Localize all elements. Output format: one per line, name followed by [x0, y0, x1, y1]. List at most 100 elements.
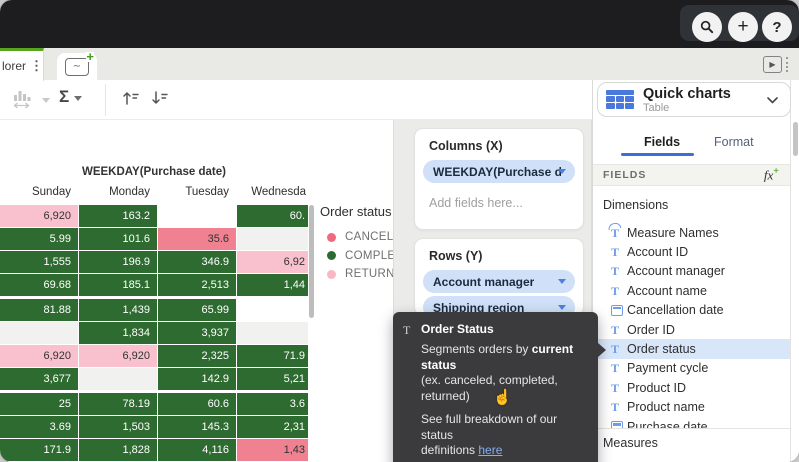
kebab-menu-icon[interactable]: ⋮	[30, 58, 43, 74]
measures-label: Measures	[603, 436, 658, 450]
text-type-icon: T	[611, 401, 627, 413]
heatmap-cell[interactable]: 3,677	[0, 368, 78, 390]
heatmap-cell[interactable]	[237, 322, 308, 344]
heatmap-cell[interactable]	[158, 205, 236, 227]
heatmap-cell[interactable]: 6,920	[0, 345, 78, 367]
heatmap-cell[interactable]: 1,834	[79, 322, 157, 344]
field-label: Account manager	[627, 264, 725, 278]
text-type-icon: T	[611, 324, 627, 336]
heatmap-cell[interactable]: 2,325	[158, 345, 236, 367]
toolbar-divider	[105, 84, 106, 116]
tab-format[interactable]: Format	[714, 135, 754, 149]
heatmap-cell[interactable]: 1,555	[0, 251, 78, 273]
field-label: Purchase date	[627, 420, 708, 428]
heatmap-cell[interactable]: 6,92	[237, 251, 308, 273]
column-header[interactable]: Monday	[79, 186, 157, 198]
heatmap-cell[interactable]: 1,44	[237, 274, 308, 296]
heatmap-cell[interactable]: 6,920	[0, 205, 78, 227]
columns-pill-weekday[interactable]: WEEKDAY(Purchase date)	[423, 160, 575, 183]
panel-scrollbar-thumb[interactable]	[793, 122, 798, 156]
heatmap-cell[interactable]: 163.2	[79, 205, 157, 227]
heatmap-cell[interactable]: 1,828	[79, 439, 157, 461]
field-item-payment-cycle[interactable]: TPayment cycle	[593, 359, 791, 378]
column-header[interactable]: Sunday	[0, 186, 78, 198]
field-item-order-status[interactable]: TOrder status	[593, 339, 791, 358]
heatmap-cell[interactable]: 25	[0, 393, 78, 415]
chart-config-button[interactable]	[13, 88, 50, 109]
expand-panel-icon[interactable]: ▶	[763, 56, 782, 73]
heatmap-cell[interactable]: 3,937	[158, 322, 236, 344]
heatmap-cell[interactable]: 101.6	[79, 228, 157, 250]
table-row: 3.691,503145.32,31	[0, 416, 308, 438]
date-type-icon	[611, 421, 627, 428]
heatmap-cell[interactable]: 69.68	[0, 274, 78, 296]
heatmap-cell[interactable]: 171.9	[0, 439, 78, 461]
heatmap-cell[interactable]: 2,513	[158, 274, 236, 296]
search-button[interactable]	[692, 12, 722, 42]
field-item-account-manager[interactable]: TAccount manager	[593, 262, 791, 281]
heatmap-cell[interactable]: 2,31	[237, 416, 308, 438]
heatmap-cell[interactable]: 6,920	[79, 345, 157, 367]
heatmap-cell[interactable]: 5,21	[237, 368, 308, 390]
field-item-order-id[interactable]: TOrder ID	[593, 320, 791, 339]
heatmap-cell[interactable]: 1,439	[79, 299, 157, 321]
heatmap-cell[interactable]: 4,116	[158, 439, 236, 461]
field-item-account-id[interactable]: TAccount ID	[593, 242, 791, 261]
date-type-icon	[611, 305, 627, 316]
heatmap-cell[interactable]: 145.3	[158, 416, 236, 438]
heatmap-cell[interactable]: 81.88	[0, 299, 78, 321]
add-button[interactable]: +	[728, 12, 758, 42]
active-tab-underline	[621, 153, 694, 156]
bar-chart-icon	[13, 88, 37, 109]
table-row: 6,920163.2 60.	[0, 205, 308, 227]
heatmap-cell[interactable]: 71.9	[237, 345, 308, 367]
heatmap-cell[interactable]: 78.19	[79, 393, 157, 415]
heatmap-cell[interactable]	[0, 322, 78, 344]
heatmap-cell[interactable]	[79, 368, 157, 390]
calculated-field-button[interactable]: fx+	[764, 166, 779, 183]
field-item-product-name[interactable]: TProduct name	[593, 398, 791, 417]
panel-scrollbar	[790, 80, 799, 462]
tab-active-query[interactable]: lorer ⋮	[0, 48, 44, 81]
new-chart-tab[interactable]: ∼+	[57, 53, 97, 80]
heatmap-cell[interactable]: 60.6	[158, 393, 236, 415]
heatmap-cell[interactable]: 196.9	[79, 251, 157, 273]
text-type-icon: T	[403, 322, 421, 459]
heatmap-cell[interactable]: 1,43	[237, 439, 308, 461]
heatmap-cell[interactable]: 3.6	[237, 393, 308, 415]
columns-drop-target[interactable]: Add fields here...	[429, 196, 583, 210]
field-item-measure-names[interactable]: TMeasure Names	[593, 223, 791, 242]
tab-fields[interactable]: Fields	[644, 135, 680, 149]
rows-pill-account-manager[interactable]: Account manager	[423, 270, 575, 293]
tooltip-here-link[interactable]: here	[478, 443, 502, 457]
field-item-product-id[interactable]: TProduct ID	[593, 378, 791, 397]
heatmap-cell[interactable]	[237, 299, 308, 321]
heatmap-cell[interactable]: 60.	[237, 205, 308, 227]
column-header[interactable]: Tuesday	[158, 186, 236, 198]
chevron-down-icon	[74, 96, 82, 101]
heatmap-cell[interactable]: 346.9	[158, 251, 236, 273]
heatmap-cell[interactable]: 142.9	[158, 368, 236, 390]
heatmap-cell[interactable]	[237, 228, 308, 250]
table-row: 5.99101.635.6	[0, 228, 308, 250]
field-item-cancellation-date[interactable]: Cancellation date	[593, 301, 791, 320]
heatmap-cell[interactable]: 65.99	[158, 299, 236, 321]
heatmap-cell[interactable]: 35.6	[158, 228, 236, 250]
chart-type-selector[interactable]: Quick charts Table	[597, 82, 791, 117]
column-header[interactable]: Wednesda	[237, 186, 308, 198]
legend-dot-icon	[327, 233, 336, 242]
heatmap-grid: 6,920163.260.5.99101.635.61,555196.9346.…	[0, 205, 308, 462]
text-type-icon: T	[611, 362, 627, 374]
field-item-purchase-date[interactable]: Purchase date	[593, 417, 791, 428]
sort-descending-button[interactable]	[151, 90, 168, 106]
help-button[interactable]: ?	[762, 12, 792, 42]
aggregation-button[interactable]: Σ	[59, 87, 82, 107]
field-item-account-name[interactable]: TAccount name	[593, 281, 791, 300]
heatmap-cell[interactable]: 5.99	[0, 228, 78, 250]
chevron-down-icon	[558, 169, 566, 174]
table-scrollbar-thumb[interactable]	[309, 205, 314, 318]
heatmap-cell[interactable]: 185.1	[79, 274, 157, 296]
heatmap-cell[interactable]: 1,503	[79, 416, 157, 438]
heatmap-cell[interactable]: 3.69	[0, 416, 78, 438]
sort-ascending-button[interactable]	[122, 90, 139, 106]
